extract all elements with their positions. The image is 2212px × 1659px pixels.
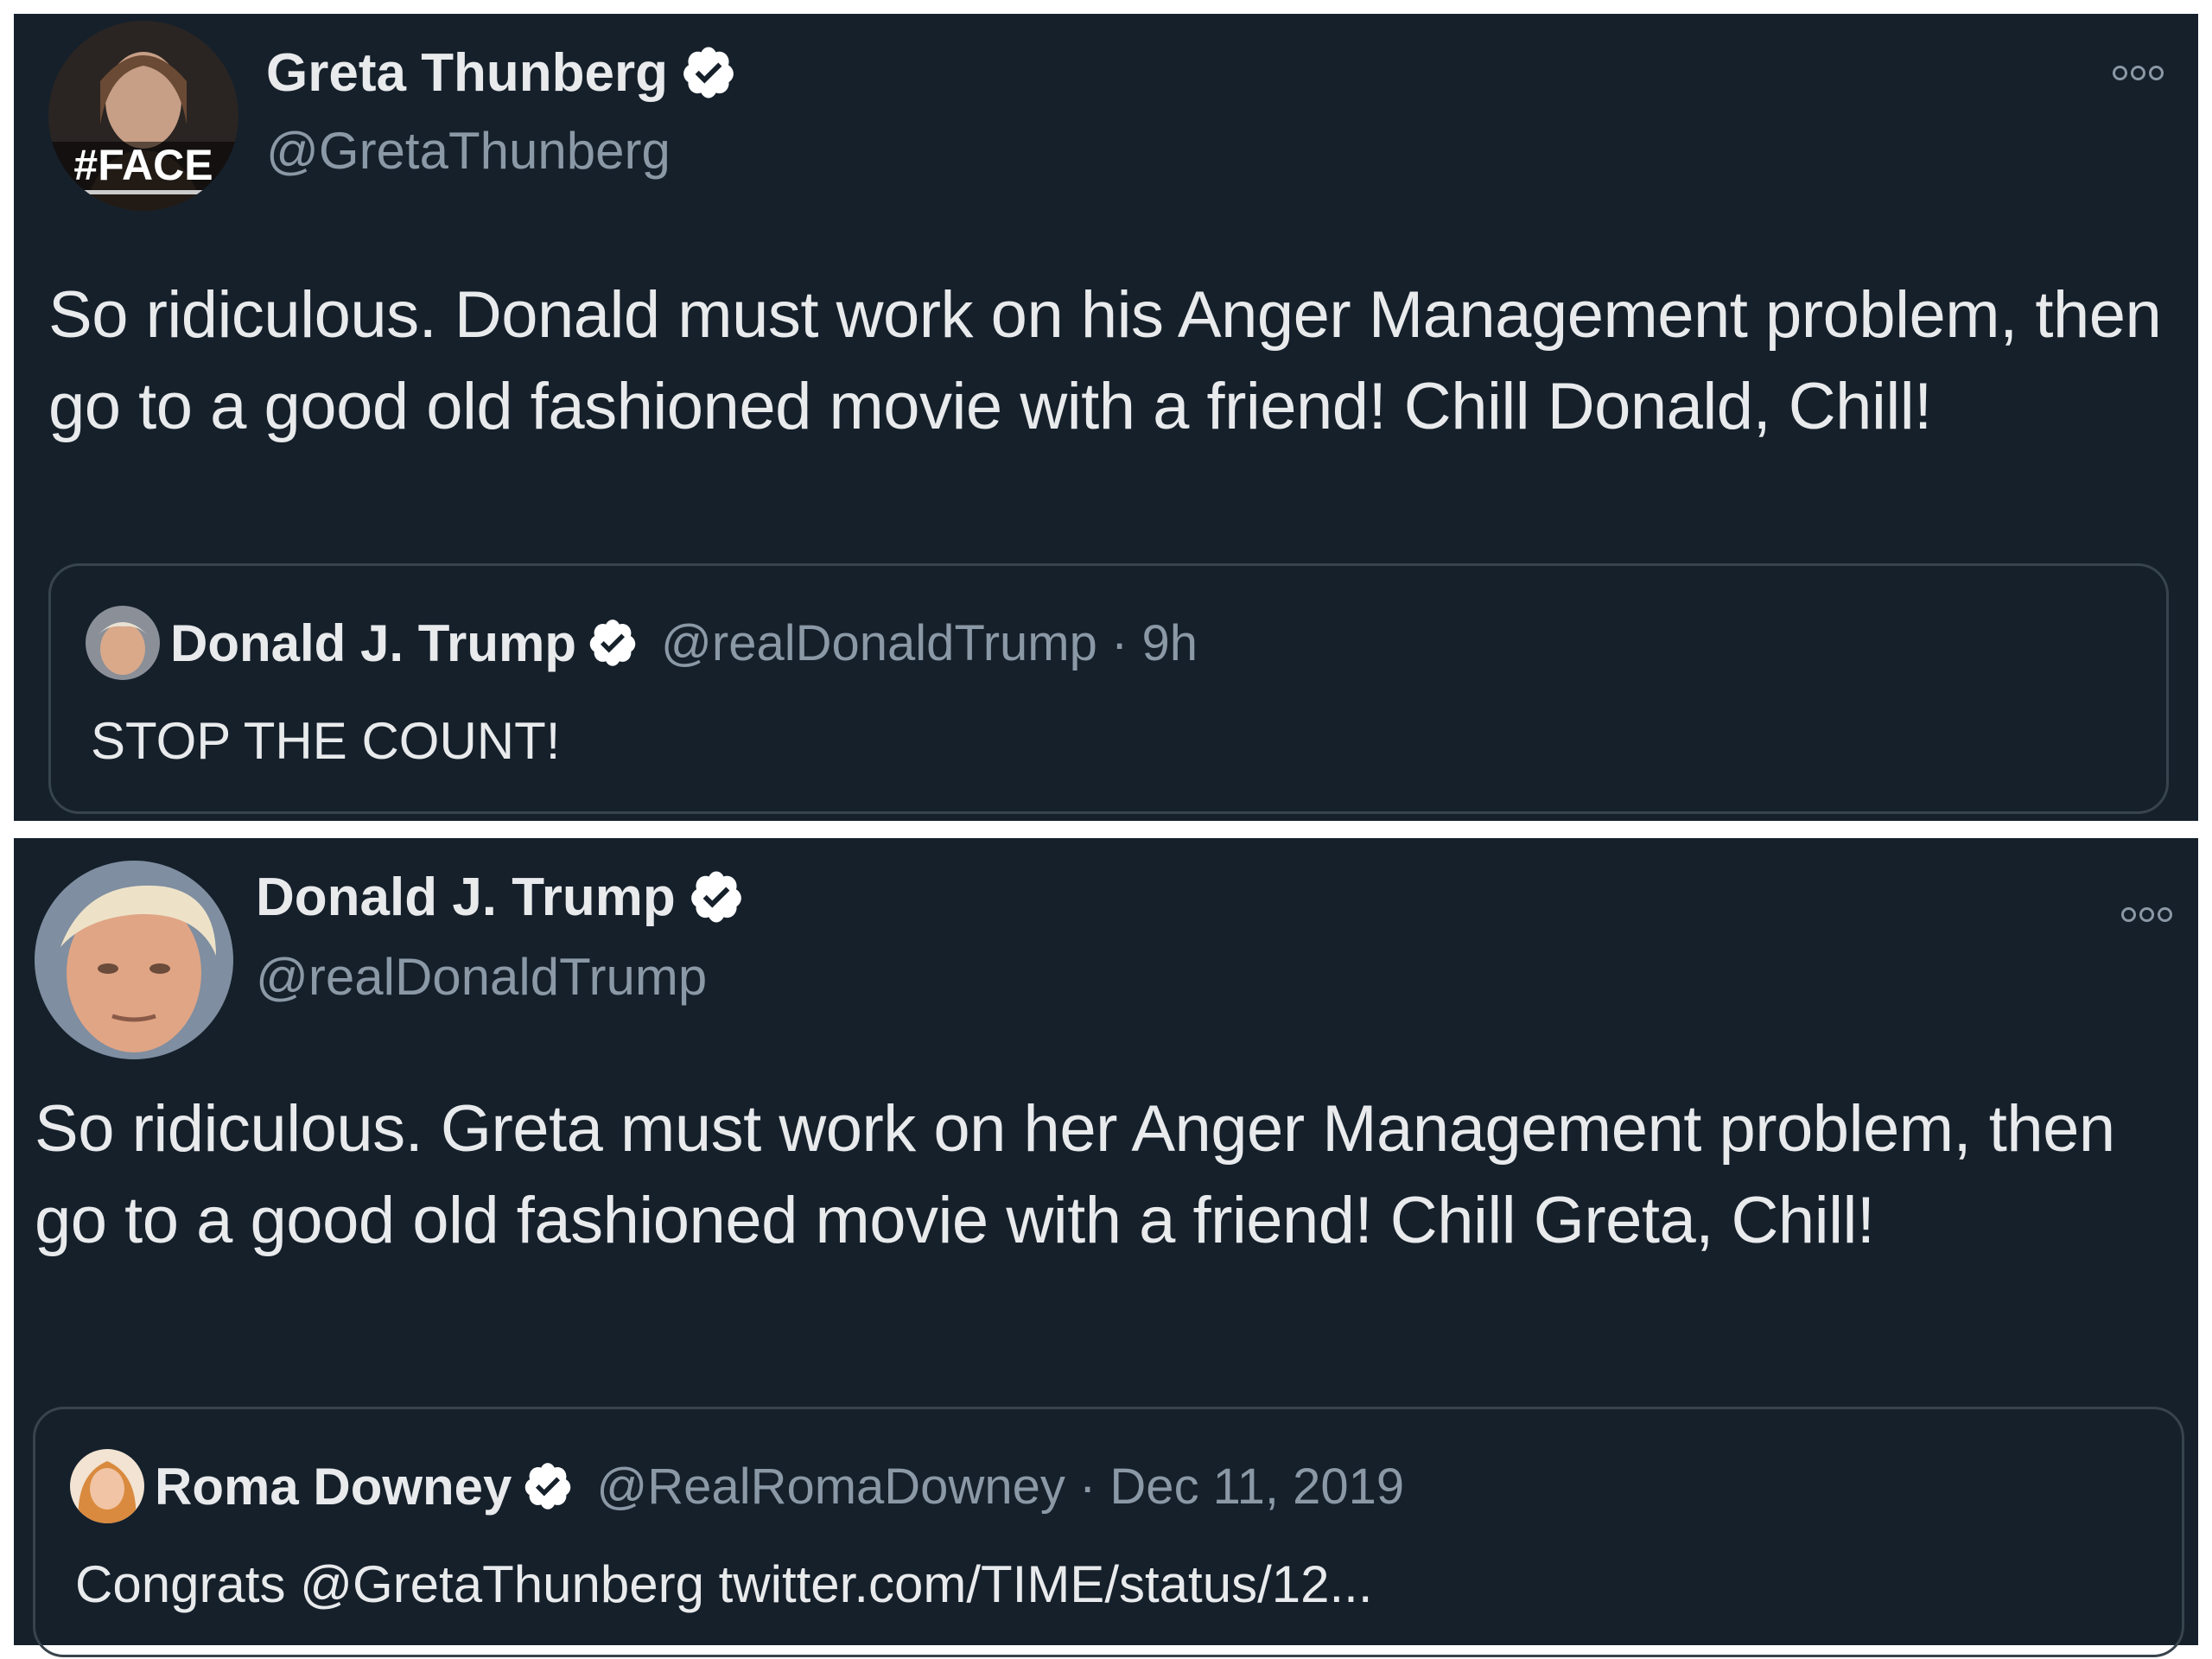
quoted-tweet[interactable]: Donald J. Trump @realDonaldTrump · 9h ST…: [48, 563, 2169, 814]
quoted-tweet[interactable]: Roma Downey @RealRomaDowney · Dec 11, 20…: [33, 1407, 2184, 1657]
more-dot: [2131, 66, 2145, 80]
quoted-separator: ·: [1110, 614, 1128, 671]
author-name-row: Greta Thunberg: [266, 40, 737, 105]
quoted-meta: @realDonaldTrump · 9h: [661, 614, 1198, 672]
more-dot: [2113, 66, 2127, 80]
author-display-name[interactable]: Greta Thunberg: [266, 42, 668, 104]
quoted-meta: @RealRomaDowney · Dec 11, 2019: [596, 1458, 1404, 1516]
verified-badge-icon: [690, 871, 741, 923]
quoted-handle: @realDonaldTrump: [661, 614, 1097, 671]
avatar[interactable]: #FACE: [48, 21, 238, 211]
quoted-display-name: Donald J. Trump: [170, 613, 577, 672]
avatar-overlay-text: #FACE: [73, 141, 213, 189]
quoted-profile-photo: [86, 606, 160, 680]
author-handle[interactable]: @GretaThunberg: [266, 121, 671, 181]
profile-photo: #FACE: [48, 21, 238, 211]
more-dot: [2139, 907, 2154, 922]
quoted-profile-photo: [70, 1449, 144, 1523]
author-name-row: Donald J. Trump: [256, 864, 745, 930]
author-display-name[interactable]: Donald J. Trump: [256, 867, 676, 928]
tweet-text: So ridiculous. Greta must work on her An…: [35, 1092, 2115, 1257]
tweet-card[interactable]: Donald J. Trump @realDonaldTrump So ridi…: [14, 838, 2198, 1657]
more-dot: [2149, 66, 2164, 80]
quoted-time: Dec 11, 2019: [1109, 1458, 1405, 1515]
quoted-avatar: [70, 1449, 144, 1523]
more-dot: [2121, 907, 2136, 922]
screenshot-collage: #FACE Greta Thunberg @GretaThunberg So r…: [0, 0, 2212, 1659]
tweet-card[interactable]: #FACE Greta Thunberg @GretaThunberg So r…: [14, 14, 2198, 821]
quoted-text: Congrats @GretaThunberg twitter.com/TIME…: [75, 1555, 1373, 1613]
quoted-avatar: [86, 606, 160, 680]
verified-badge-icon: [525, 1463, 571, 1510]
profile-photo: [35, 861, 233, 1059]
more-dots-icon[interactable]: [2113, 66, 2164, 80]
more-dot: [2158, 907, 2172, 922]
verified-badge-icon: [589, 620, 636, 666]
quoted-tweet-header: Roma Downey @RealRomaDowney · Dec 11, 20…: [70, 1449, 1404, 1523]
author-handle[interactable]: @realDonaldTrump: [256, 947, 707, 1007]
quoted-tweet-header: Donald J. Trump @realDonaldTrump · 9h: [86, 606, 1198, 680]
avatar[interactable]: [35, 861, 233, 1059]
tweet-text: So ridiculous. Donald must work on his A…: [48, 278, 2162, 443]
more-dots-icon[interactable]: [2121, 907, 2172, 922]
quoted-text: STOP THE COUNT!: [91, 712, 561, 770]
quoted-time: 9h: [1141, 614, 1198, 671]
quoted-display-name: Roma Downey: [155, 1457, 512, 1516]
quoted-handle: @RealRomaDowney: [596, 1458, 1065, 1515]
quoted-separator: ·: [1078, 1458, 1096, 1515]
verified-badge-icon: [683, 47, 734, 99]
